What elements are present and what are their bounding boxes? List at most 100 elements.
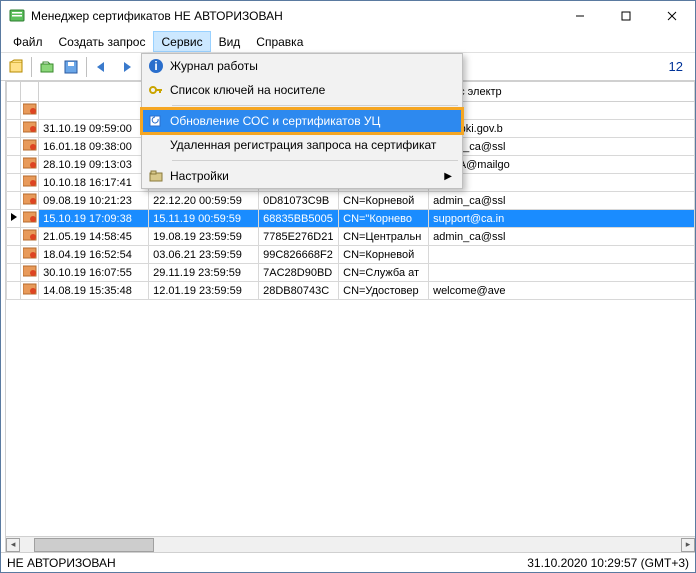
- tree-requests[interactable]: ▸Запросы на сертификат: [3, 175, 5, 193]
- cell-from: 21.05.19 14:58:45: [39, 228, 149, 246]
- cell-to: 29.11.19 23:59:59: [149, 264, 259, 282]
- horizontal-scrollbar[interactable]: ◂ ▸: [6, 536, 695, 552]
- svg-text:i: i: [154, 59, 157, 73]
- cell-email: [429, 174, 695, 192]
- row-cert-icon: [21, 282, 39, 300]
- cell-to: 03.06.21 23:59:59: [149, 246, 259, 264]
- row-cert-icon: [21, 264, 39, 282]
- cell-from: 28.10.19 09:13:03: [39, 156, 149, 174]
- window-title: Менеджер сертификатов НЕ АВТОРИЗОВАН: [31, 9, 283, 23]
- row-marker: [7, 192, 21, 210]
- cell-email: rca@pki.gov.b: [429, 120, 695, 138]
- row-cert-icon: [21, 228, 39, 246]
- scroll-thumb[interactable]: [34, 538, 154, 552]
- toolbar-separator: [86, 57, 87, 77]
- grid-header-icon[interactable]: [21, 82, 39, 102]
- cell-id: 0D81073C9B: [259, 192, 339, 210]
- menu-create-request[interactable]: Создать запрос: [51, 31, 154, 52]
- service-menu-dropdown: i Журнал работы Список ключей на носител…: [141, 53, 463, 189]
- menu-bar: Файл Создать запрос Сервис Вид Справка: [1, 31, 695, 53]
- app-icon: [9, 8, 25, 24]
- cell-email: support@ca.in: [429, 210, 695, 228]
- minimize-button[interactable]: [557, 1, 603, 31]
- cell-id: 7785E276D21: [259, 228, 339, 246]
- row-cert-icon: [21, 120, 39, 138]
- toolbar-button-save[interactable]: [60, 56, 82, 78]
- menu-help[interactable]: Справка: [248, 31, 311, 52]
- cell-from: 18.04.19 16:52:54: [39, 246, 149, 264]
- cell-issuer: CN=Служба ат: [339, 264, 429, 282]
- status-right: 31.10.2020 10:29:57 (GMT+3): [527, 556, 689, 570]
- row-marker: [7, 210, 21, 228]
- row-marker: [7, 174, 21, 192]
- cell-email: admin_ca@ssl: [429, 138, 695, 156]
- maximize-button[interactable]: [603, 1, 649, 31]
- cell-email: [429, 102, 695, 120]
- table-row[interactable]: 09.08.19 10:21:2322.12.20 00:59:590D8107…: [7, 192, 695, 210]
- cell-issuer: CN=Центральн: [339, 228, 429, 246]
- cell-id: 7AC28D90BD: [259, 264, 339, 282]
- tree-crl[interactable]: ▸СОС: [3, 157, 5, 175]
- menu-item-log[interactable]: i Журнал работы: [142, 54, 462, 78]
- row-cert-icon: [21, 246, 39, 264]
- table-row[interactable]: 30.10.19 16:07:5529.11.19 23:59:597AC28D…: [7, 264, 695, 282]
- key-icon: [142, 82, 170, 98]
- settings-icon: [142, 168, 170, 184]
- toolbar-button-open[interactable]: [36, 56, 58, 78]
- menu-item-settings[interactable]: Настройки ▶: [142, 164, 462, 188]
- menu-item-remote-reg[interactable]: Удаленная регистрация запроса на сертифи…: [142, 133, 462, 157]
- row-marker: [7, 156, 21, 174]
- cell-from: [39, 102, 149, 120]
- row-marker: [7, 102, 21, 120]
- row-cert-icon: [21, 210, 39, 228]
- scroll-left-button[interactable]: ◂: [6, 538, 20, 552]
- table-row[interactable]: 14.08.19 15:35:4812.01.19 23:59:5928DB80…: [7, 282, 695, 300]
- menu-item-update-crl[interactable]: Обновление СОС и сертификатов УЦ: [142, 109, 462, 133]
- menu-separator: [172, 160, 458, 161]
- cell-issuer: CN="Корнево: [339, 210, 429, 228]
- cell-to: 19.08.19 23:59:59: [149, 228, 259, 246]
- toolbar-button-next[interactable]: [115, 56, 137, 78]
- cell-from: 10.10.18 16:17:41: [39, 174, 149, 192]
- grid-header-email[interactable]: Адрес электр: [429, 82, 695, 102]
- cell-email: admin_ca@ssl: [429, 192, 695, 210]
- cell-id: 28DB80743C: [259, 282, 339, 300]
- cell-issuer: CN=Корневой: [339, 246, 429, 264]
- row-marker: [7, 282, 21, 300]
- info-icon: i: [142, 58, 170, 74]
- submenu-arrow-icon: ▶: [444, 171, 452, 182]
- table-row[interactable]: 21.05.19 14:58:4519.08.19 23:59:597785E2…: [7, 228, 695, 246]
- cell-from: 15.10.19 17:09:38: [39, 210, 149, 228]
- menu-item-label: Обновление СОС и сертификатов УЦ: [170, 114, 380, 128]
- row-marker: [7, 264, 21, 282]
- table-row[interactable]: 15.10.19 17:09:3815.11.19 00:59:5968835B…: [7, 210, 695, 228]
- table-row[interactable]: 18.04.19 16:52:5403.06.21 23:59:5999C826…: [7, 246, 695, 264]
- cell-email: [429, 246, 695, 264]
- grid-header-from[interactable]: [39, 82, 149, 102]
- menu-service[interactable]: Сервис: [153, 31, 210, 52]
- scroll-right-button[interactable]: ▸: [681, 538, 695, 552]
- cell-to: 22.12.20 00:59:59: [149, 192, 259, 210]
- cell-from: 30.10.19 16:07:55: [39, 264, 149, 282]
- row-cert-icon: [21, 138, 39, 156]
- cell-issuer: CN=Удостовер: [339, 282, 429, 300]
- row-cert-icon: [21, 192, 39, 210]
- close-button[interactable]: [649, 1, 695, 31]
- cell-id: 68835BB5005: [259, 210, 339, 228]
- cell-email: subCA@mailgo: [429, 156, 695, 174]
- tree-root-certs[interactable]: ▾Сертификаты: [3, 85, 5, 103]
- cell-id: 99C826668F2: [259, 246, 339, 264]
- grid-header-marker[interactable]: [7, 82, 21, 102]
- toolbar-button-1[interactable]: [5, 56, 27, 78]
- cell-from: 14.08.19 15:35:48: [39, 282, 149, 300]
- menu-item-label: Журнал работы: [170, 59, 258, 73]
- menu-file[interactable]: Файл: [5, 31, 51, 52]
- record-count: 12: [669, 59, 683, 74]
- title-bar: Менеджер сертификатов НЕ АВТОРИЗОВАН: [1, 1, 695, 31]
- cell-to: 15.11.19 00:59:59: [149, 210, 259, 228]
- toolbar-button-prev[interactable]: [91, 56, 113, 78]
- row-cert-icon: [21, 156, 39, 174]
- menu-view[interactable]: Вид: [211, 31, 249, 52]
- menu-item-keys[interactable]: Список ключей на носителе: [142, 78, 462, 102]
- cell-from: 09.08.19 10:21:23: [39, 192, 149, 210]
